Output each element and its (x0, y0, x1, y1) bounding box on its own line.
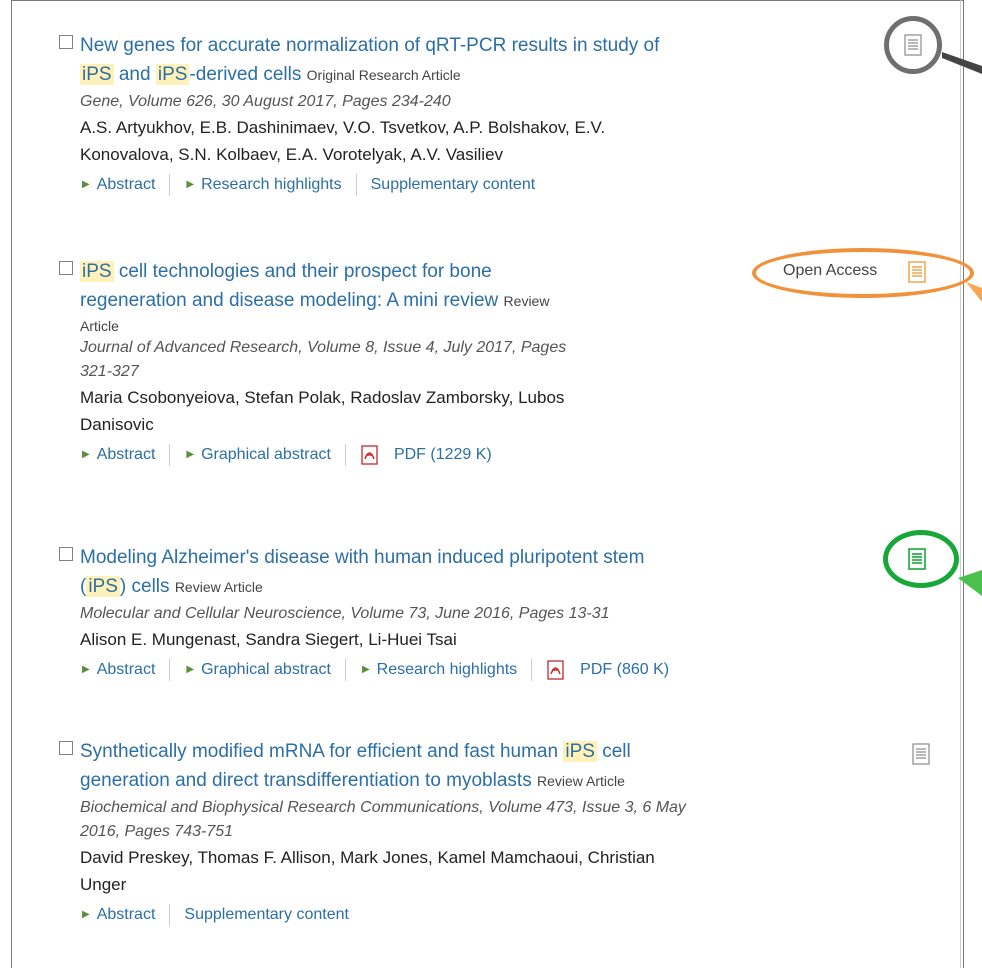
keyword-highlight: iPS (86, 576, 120, 597)
separator (169, 659, 171, 681)
graphical-abstract-link[interactable]: ▶ Graphical abstract (184, 442, 331, 468)
supplementary-content-link[interactable]: Supplementary content (371, 172, 536, 198)
expand-triangle-icon: ▶ (82, 179, 90, 190)
article-authors: Maria Csobonyeiova, Stefan Polak, Radosl… (80, 388, 565, 434)
article-type: Review (503, 293, 550, 309)
research-highlights-link[interactable]: ▶ Research highlights (184, 172, 341, 198)
select-checkbox[interactable] (59, 547, 73, 561)
article-type: Review Article (536, 773, 625, 789)
article-title[interactable]: Modeling Alzheimer's disease with human … (80, 543, 880, 602)
separator (355, 174, 357, 196)
separator (531, 659, 533, 681)
document-icon[interactable] (912, 743, 930, 765)
abstract-link[interactable]: ▶ Abstract (80, 442, 155, 468)
article-source: Biochemical and Biophysical Research Com… (80, 799, 686, 840)
article-links: ▶ Abstract Supplementary content (80, 902, 880, 928)
result-item: New genes for accurate normalization of … (59, 31, 880, 198)
article-title[interactable]: New genes for accurate normalization of … (80, 31, 880, 90)
article-source: Gene, Volume 626, 30 August 2017, Pages … (80, 93, 451, 110)
article-type: Original Research Article (306, 67, 461, 83)
separator (344, 659, 346, 681)
separator (169, 174, 171, 196)
expand-triangle-icon: ▶ (186, 179, 195, 190)
keyword-highlight: iPS (563, 741, 597, 762)
article-type: Review Article (174, 579, 263, 595)
pdf-icon (547, 660, 564, 680)
pointer-arrow (942, 52, 982, 74)
research-highlights-link[interactable]: ▶ Research highlights (360, 657, 517, 683)
abstract-link[interactable]: ▶ Abstract (80, 172, 155, 198)
pdf-icon (361, 445, 378, 465)
keyword-highlight: iPS (80, 64, 114, 85)
expand-triangle-icon: ▶ (82, 664, 90, 675)
separator (344, 444, 346, 466)
document-icon[interactable] (908, 261, 926, 283)
article-authors: Alison E. Mungenast, Sandra Siegert, Li-… (80, 630, 457, 649)
expand-triangle-icon: ▶ (186, 449, 195, 460)
select-checkbox[interactable] (59, 261, 73, 275)
expand-triangle-icon: ▶ (186, 664, 195, 675)
pointer-arrow (966, 282, 982, 302)
pdf-download-link[interactable]: PDF (860 K) (546, 657, 669, 683)
document-icon[interactable] (904, 34, 922, 56)
divider (960, 0, 961, 968)
abstract-link[interactable]: ▶ Abstract (80, 902, 155, 928)
expand-triangle-icon: ▶ (82, 449, 90, 460)
article-authors: David Preskey, Thomas F. Allison, Mark J… (80, 848, 655, 894)
pointer-arrow (958, 570, 982, 596)
result-item: iPS cell technologies and their prospect… (59, 257, 880, 468)
select-checkbox[interactable] (59, 35, 73, 49)
result-item: Synthetically modified mRNA for efficien… (59, 737, 880, 928)
pdf-download-link[interactable]: PDF (1229 K) (360, 442, 492, 468)
keyword-highlight: iPS (80, 261, 114, 282)
keyword-highlight: iPS (155, 64, 190, 85)
article-authors: A.S. Artyukhov, E.B. Dashinimaev, V.O. T… (80, 118, 606, 164)
expand-triangle-icon: ▶ (361, 664, 370, 675)
open-access-badge: Open Access (783, 262, 878, 279)
separator (169, 904, 171, 926)
article-source: Journal of Advanced Research, Volume 8, … (80, 339, 567, 380)
article-source: Molecular and Cellular Neuroscience, Vol… (80, 605, 610, 622)
supplementary-content-link[interactable]: Supplementary content (184, 902, 349, 928)
article-links: ▶ Abstract ▶ Research highlights Supplemen… (80, 172, 880, 198)
abstract-link[interactable]: ▶ Abstract (80, 657, 155, 683)
separator (169, 444, 171, 466)
select-checkbox[interactable] (59, 741, 73, 755)
expand-triangle-icon: ▶ (82, 909, 90, 920)
result-item: Modeling Alzheimer's disease with human … (59, 543, 880, 683)
article-type-continued: Article (80, 318, 119, 334)
document-icon[interactable] (908, 548, 926, 570)
graphical-abstract-link[interactable]: ▶ Graphical abstract (184, 657, 331, 683)
article-title[interactable]: Synthetically modified mRNA for efficien… (80, 737, 880, 796)
article-links: ▶ Abstract ▶ Graphical abstract ▶ Research … (80, 657, 880, 683)
article-links: ▶ Abstract ▶ Graphical abstract PDF (1229 … (80, 442, 880, 468)
